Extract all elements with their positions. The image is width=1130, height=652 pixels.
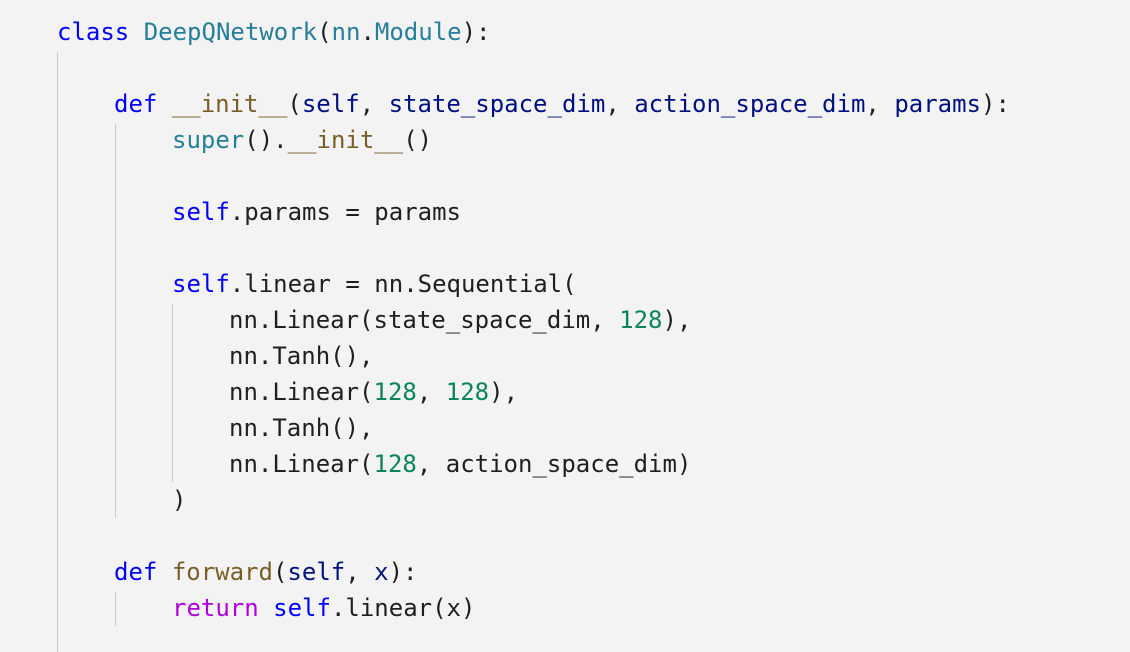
code-token: params <box>894 90 982 118</box>
code-editor: class DeepQNetwork(nn.Module): def __ini… <box>0 0 1130 652</box>
code-token: , <box>359 90 389 118</box>
code-token: ( <box>317 18 332 46</box>
code-token: class <box>57 18 130 46</box>
code-token: , action_space_dim) <box>416 450 692 478</box>
code-token: ): <box>461 18 491 46</box>
code-token: action_space_dim <box>634 90 866 118</box>
code-token: nn.Linear( <box>229 450 374 478</box>
code-token: , <box>416 378 446 406</box>
code-token: state_space_dim <box>388 90 606 118</box>
code-token: .linear = nn.Sequential( <box>229 270 577 298</box>
code-line: nn.Tanh(), <box>229 338 374 374</box>
code-token: . <box>360 18 375 46</box>
code-line: def forward(self, x): <box>114 554 417 590</box>
code-token: def <box>114 90 158 118</box>
code-token: forward <box>171 558 273 586</box>
code-token: ( <box>272 558 288 586</box>
code-token: __init__ <box>287 126 404 154</box>
code-line: nn.Linear(state_space_dim, 128), <box>229 302 691 338</box>
code-line: class DeepQNetwork(nn.Module): <box>57 14 491 50</box>
code-token: def <box>114 558 158 586</box>
code-token: ), <box>662 306 692 334</box>
code-token: .params = params <box>229 198 461 226</box>
code-token: ): <box>981 90 1010 118</box>
code-token: (). <box>244 126 288 154</box>
code-token: ), <box>489 378 519 406</box>
code-line: nn.Tanh(), <box>229 410 374 446</box>
code-line: def __init__(self, state_space_dim, acti… <box>114 86 1010 122</box>
code-token: 128 <box>619 306 663 334</box>
code-token: ) <box>172 486 187 514</box>
code-line: nn.Linear(128, 128), <box>229 374 518 410</box>
code-token: x <box>374 558 389 586</box>
code-token: self <box>287 558 346 586</box>
code-line: nn.Linear(128, action_space_dim) <box>229 446 691 482</box>
indent-guide-forward-body <box>115 592 116 626</box>
code-token: self <box>172 270 230 298</box>
code-token: , <box>345 558 375 586</box>
indent-guide-sequential-args <box>172 304 173 482</box>
code-token: return <box>172 594 259 622</box>
code-token: self <box>273 594 331 622</box>
code-line: self.params = params <box>172 194 461 230</box>
code-token: nn.Linear(state_space_dim, <box>229 306 620 334</box>
code-token: 128 <box>445 378 490 406</box>
code-token: 128 <box>373 450 417 478</box>
code-token: super <box>172 126 245 154</box>
indent-guide-class-body <box>57 52 58 652</box>
code-token: 128 <box>373 378 417 406</box>
code-token: __init__ <box>171 90 288 118</box>
code-line: ) <box>172 482 186 518</box>
code-line: self.linear = nn.Sequential( <box>172 266 577 302</box>
code-token: nn <box>331 18 361 46</box>
code-token: , <box>605 90 635 118</box>
code-token: ): <box>388 558 418 586</box>
code-token: () <box>403 126 433 154</box>
code-token: self <box>301 90 360 118</box>
code-line: return self.linear(x) <box>172 590 475 626</box>
code-token: ( <box>287 90 302 118</box>
indent-guide-init-body <box>115 124 116 518</box>
code-line: super().__init__() <box>172 122 432 158</box>
code-token: nn.Tanh(), <box>229 342 374 370</box>
code-token: Module <box>374 18 462 46</box>
code-token: self <box>172 198 230 226</box>
code-token: , <box>865 90 895 118</box>
code-token: DeepQNetwork <box>143 18 318 46</box>
code-token: .linear(x) <box>330 594 476 622</box>
code-token: nn.Tanh(), <box>229 414 374 442</box>
code-token: nn.Linear( <box>229 378 374 406</box>
